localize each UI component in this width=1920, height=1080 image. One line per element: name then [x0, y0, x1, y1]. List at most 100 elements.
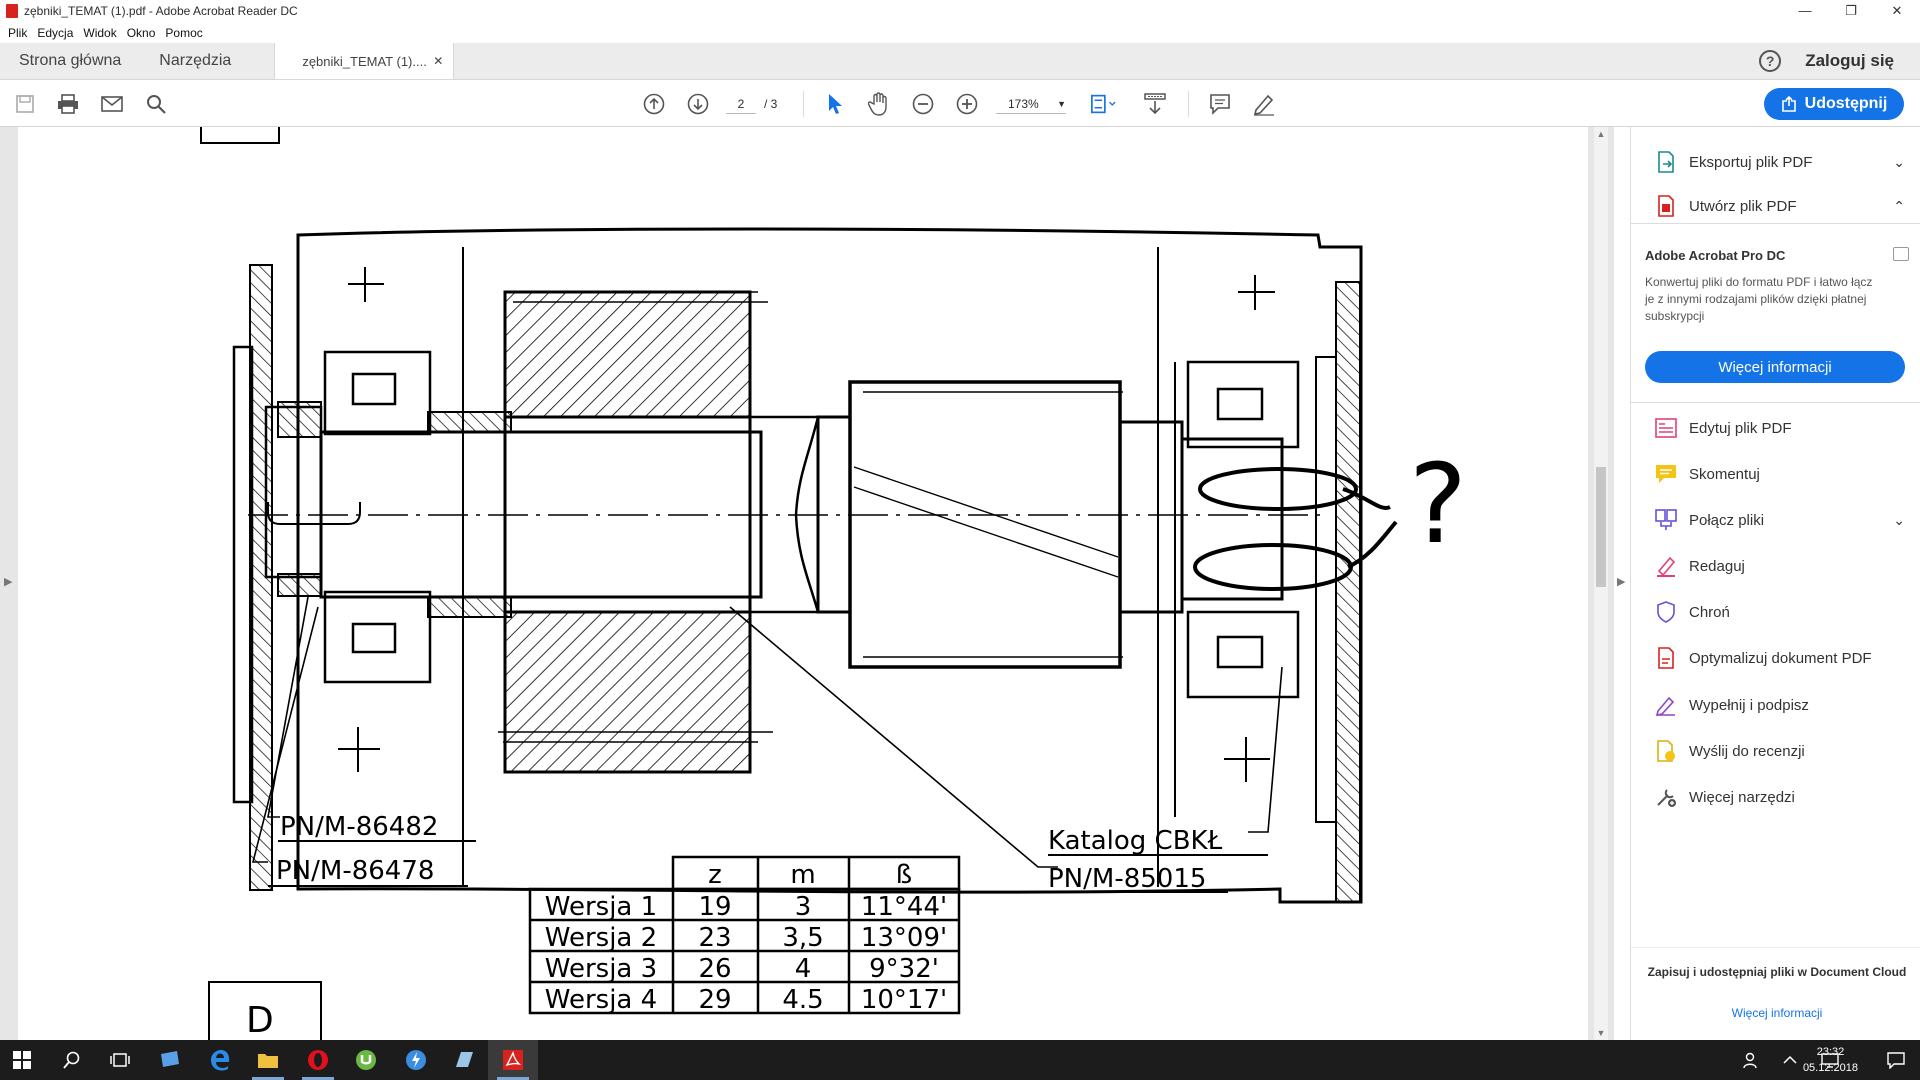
tool-protect[interactable]: Chroń: [1655, 597, 1905, 627]
tool-label: Chroń: [1689, 603, 1730, 621]
zoom-select[interactable]: 173% ▼: [996, 94, 1066, 114]
select-cursor-icon[interactable]: [822, 91, 848, 117]
highlight-pen-icon[interactable]: [1251, 91, 1277, 117]
more-info-button[interactable]: Więcej informacji: [1645, 351, 1905, 383]
shield-icon: [1655, 601, 1677, 623]
close-button[interactable]: ✕: [1874, 0, 1920, 22]
tool-edit-pdf[interactable]: Edytuj plik PDF: [1655, 413, 1905, 443]
divider: [1631, 223, 1920, 224]
fit-page-icon[interactable]: [1090, 91, 1116, 117]
table-cell: 10°17': [861, 985, 947, 1015]
fill-sign-icon: [1655, 694, 1677, 717]
previous-page-icon[interactable]: [641, 91, 667, 117]
help-icon[interactable]: ?: [1759, 50, 1782, 72]
comment-icon[interactable]: [1207, 91, 1233, 117]
windows-taskbar: 23:32 05.12.2018: [0, 1040, 1920, 1080]
comment-icon: [1655, 463, 1677, 485]
people-icon[interactable]: [1732, 1046, 1772, 1074]
print-icon[interactable]: [55, 91, 81, 117]
task-view-icon[interactable]: [100, 1046, 140, 1074]
zoom-out-icon[interactable]: [910, 91, 936, 117]
chevron-up-icon[interactable]: ⌃: [1893, 198, 1905, 215]
chevron-down-icon[interactable]: ⌄: [1893, 154, 1905, 171]
scroll-down-icon[interactable]: ▼: [1594, 1028, 1608, 1038]
scroll-mode-icon[interactable]: [1142, 91, 1168, 117]
chevron-down-icon: ▼: [1057, 99, 1066, 109]
menu-edycja[interactable]: Edycja: [37, 26, 73, 40]
table-cell: 13°09': [861, 923, 947, 953]
menu-okno[interactable]: Okno: [127, 26, 156, 40]
scrollbar-thumb[interactable]: [1596, 467, 1606, 587]
tool-optimize[interactable]: Optymalizuj dokument PDF: [1655, 643, 1905, 673]
utorrent-icon[interactable]: [346, 1046, 386, 1074]
app-icon[interactable]: [150, 1046, 190, 1074]
table-header-beta: ß: [896, 860, 912, 890]
windows-start-icon[interactable]: [2, 1046, 42, 1074]
file-explorer-icon[interactable]: [248, 1046, 288, 1074]
more-tools-icon: [1655, 786, 1677, 808]
toolbar: 2 / 3 173% ▼ Udostępnij: [0, 81, 1920, 127]
app-icon[interactable]: [396, 1046, 436, 1074]
export-pdf-icon: [1655, 151, 1677, 173]
acrobat-reader-icon[interactable]: [493, 1046, 533, 1074]
pdf-page: ? PN/M-86482 PN/M-86478 Katalog CBKŁ PN/…: [18, 127, 1588, 1040]
save-icon[interactable]: [12, 91, 38, 117]
chevron-down-icon[interactable]: ⌄: [1893, 512, 1905, 529]
tab-home[interactable]: Strona główna: [0, 43, 140, 79]
app-icon[interactable]: [444, 1046, 484, 1074]
tool-label: Więcej narzędzi: [1689, 788, 1795, 806]
toolbar-divider: [803, 91, 804, 117]
table-cell: 3: [795, 892, 812, 922]
tab-document[interactable]: zębniki_TEMAT (1).... ✕: [274, 43, 455, 79]
tool-label: Połącz pliki: [1689, 511, 1765, 529]
left-panel-toggle-icon[interactable]: ▶: [4, 575, 12, 588]
tool-fill-sign[interactable]: Wypełnij i podpisz: [1655, 690, 1905, 720]
copy-icon[interactable]: [1893, 247, 1909, 261]
hand-tool-icon[interactable]: [866, 91, 892, 117]
tab-close-icon[interactable]: ✕: [433, 54, 443, 68]
minimize-button[interactable]: —: [1782, 0, 1828, 22]
tool-label: Redaguj: [1689, 557, 1745, 575]
window-title: zębniki_TEMAT (1).pdf - Adobe Acrobat Re…: [24, 4, 298, 18]
letter-d: D: [246, 1000, 274, 1040]
tool-comment[interactable]: Skomentuj: [1655, 459, 1905, 489]
page-number-input[interactable]: 2: [726, 94, 756, 114]
optimize-pdf-icon: [1655, 647, 1677, 669]
menu-plik[interactable]: Plik: [8, 26, 27, 40]
search-icon[interactable]: [52, 1046, 92, 1074]
toolbar-divider: [1188, 91, 1189, 117]
next-page-icon[interactable]: [685, 91, 711, 117]
email-icon[interactable]: [99, 91, 125, 117]
menu-widok[interactable]: Widok: [83, 26, 116, 40]
create-pdf-item[interactable]: Utwórz plik PDF ⌃: [1655, 191, 1905, 221]
right-panel-toggle-icon[interactable]: ▶: [1617, 575, 1625, 588]
menu-pomoc[interactable]: Pomoc: [165, 26, 202, 40]
table-cell: Wersja 1: [545, 892, 657, 922]
system-clock[interactable]: 23:32 05.12.2018: [1803, 1044, 1858, 1076]
search-icon[interactable]: [143, 91, 169, 117]
vertical-scrollbar[interactable]: ▲ ▼: [1594, 127, 1608, 1040]
notifications-icon[interactable]: [1876, 1046, 1916, 1074]
tab-tools[interactable]: Narzędzia: [140, 43, 250, 79]
tool-more-tools[interactable]: Więcej narzędzi: [1655, 782, 1905, 812]
clock-date: 05.12.2018: [1802, 1062, 1858, 1074]
divider: [1631, 402, 1920, 403]
tool-combine-files[interactable]: Połącz pliki ⌄: [1655, 505, 1905, 535]
export-pdf-item[interactable]: Eksportuj plik PDF ⌄: [1655, 147, 1905, 177]
scroll-up-icon[interactable]: ▲: [1594, 129, 1608, 139]
tool-redact[interactable]: Redaguj: [1655, 551, 1905, 581]
opera-browser-icon[interactable]: [298, 1046, 338, 1074]
document-cloud-link[interactable]: Więcej informacji: [1647, 1006, 1907, 1020]
combine-files-icon: [1655, 509, 1677, 531]
export-pdf-label: Eksportuj plik PDF: [1689, 153, 1813, 171]
share-button[interactable]: Udostępnij: [1764, 88, 1904, 120]
login-button[interactable]: Zaloguj się: [1805, 51, 1894, 71]
label-pn-m-86482: PN/M-86482: [280, 812, 438, 842]
table-cell: 4: [795, 954, 812, 984]
zoom-in-icon[interactable]: [954, 91, 980, 117]
tool-send-review[interactable]: Wyślij do recenzji: [1655, 736, 1905, 766]
document-viewport[interactable]: ? PN/M-86482 PN/M-86478 Katalog CBKŁ PN/…: [0, 127, 1614, 1040]
label-katalog: Katalog CBKŁ: [1048, 826, 1223, 856]
edge-browser-icon[interactable]: [200, 1046, 240, 1074]
maximize-button[interactable]: ❐: [1828, 0, 1874, 22]
